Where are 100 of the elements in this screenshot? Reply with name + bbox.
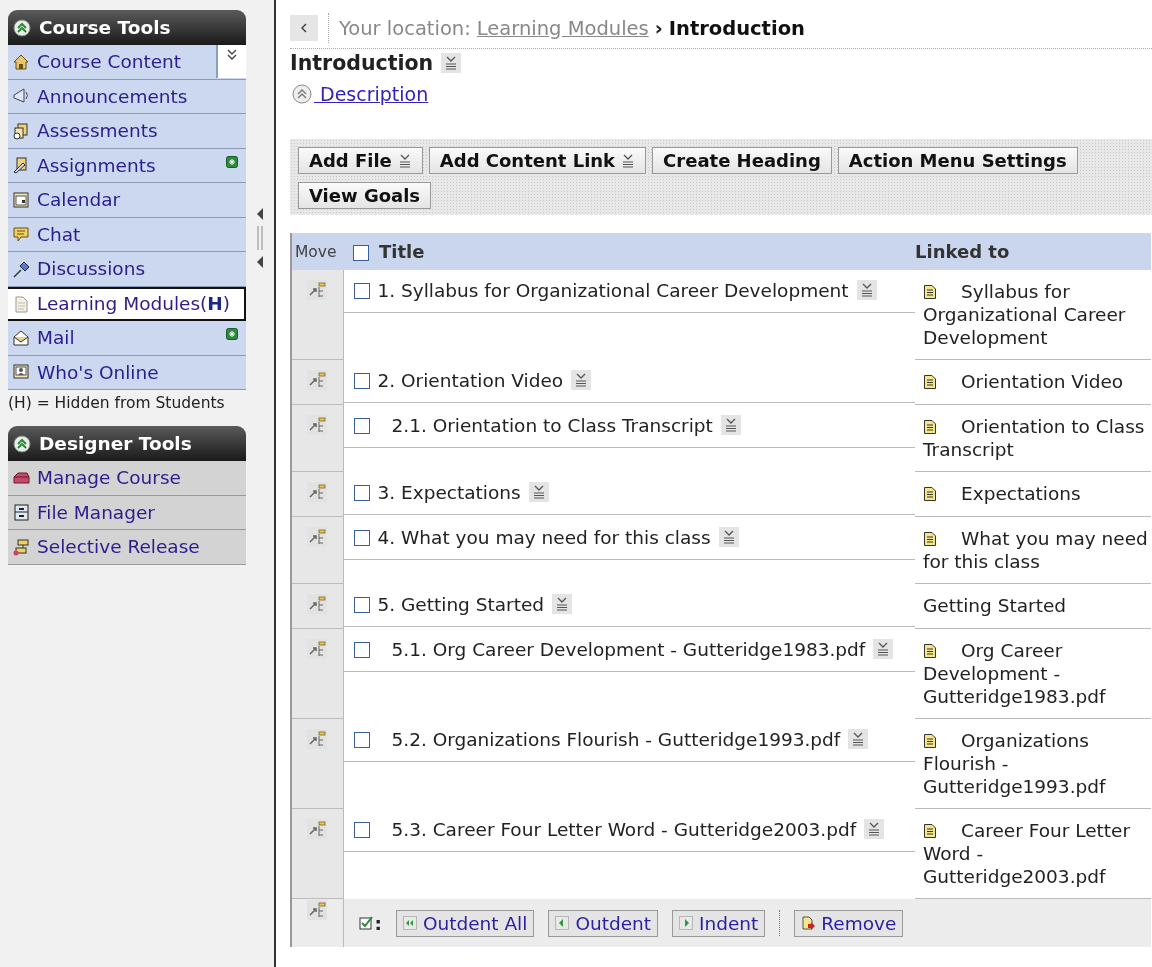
linked-item[interactable]: Career Four Letter Word - Gutteridge2003.pdf <box>923 819 1151 888</box>
checkbox[interactable] <box>353 245 369 261</box>
move-icon <box>307 819 328 839</box>
footer-button[interactable]: Indent <box>672 909 766 937</box>
linked-item[interactable]: Orientation Video <box>923 370 1151 393</box>
menu-icon[interactable] <box>718 526 739 547</box>
cabinet-icon <box>12 503 30 522</box>
document-icon <box>923 486 937 502</box>
breadcrumb-link[interactable]: Learning Modules <box>476 16 649 40</box>
linked-item[interactable]: Org Career Development - Gutteridge1983.pdf <box>923 639 1151 708</box>
linked-item[interactable]: What you may need for this class <box>923 527 1151 573</box>
menu-icon[interactable] <box>571 369 592 390</box>
checkbox[interactable] <box>353 372 370 389</box>
toolbar-button[interactable]: View Goals <box>298 182 432 209</box>
sidebar-item[interactable]: File Manager <box>8 495 246 530</box>
sidebar-item[interactable]: Calendar <box>8 183 246 218</box>
item-title[interactable]: 2.1. Orientation to Class Transcript <box>391 414 713 437</box>
column-header: Move <box>291 233 343 270</box>
pushpin-icon <box>12 259 30 278</box>
menu-icon[interactable] <box>864 818 885 839</box>
item-title[interactable]: 5.1. Org Career Development - Gutteridge1983.pdf <box>391 638 866 661</box>
linked-item[interactable]: Expectations <box>923 482 1151 505</box>
sidebar-item[interactable]: Chat <box>8 217 246 252</box>
section-header[interactable]: Designer Tools <box>8 426 246 461</box>
sidebar-item[interactable]: Selective Release <box>8 530 246 565</box>
double-chevron-icon <box>227 49 237 61</box>
expand-toggle[interactable] <box>216 45 246 78</box>
menu-icon <box>397 152 412 169</box>
toolbar-button[interactable]: Add File <box>298 147 423 174</box>
item-title[interactable]: 5.3. Career Four Letter Word - Gutteridge2003.pdf <box>391 818 857 841</box>
document-icon <box>923 531 937 547</box>
toolbar-button[interactable]: Add Content Link <box>428 147 647 174</box>
document-icon <box>923 733 937 749</box>
menu-icon[interactable] <box>552 593 573 614</box>
document-icon <box>923 284 937 300</box>
footer-button[interactable]: Remove <box>794 909 904 937</box>
document-icon <box>923 374 937 390</box>
section-header[interactable]: Course Tools <box>8 10 246 45</box>
item-title[interactable]: 3. Expectations <box>377 481 521 504</box>
description-link[interactable]: Description <box>314 83 429 105</box>
menu-icon[interactable] <box>441 53 462 73</box>
linked-item[interactable]: Organizations Flourish - Gutteridge1993.pdf <box>923 729 1151 798</box>
sidebar-item[interactable]: Course Content <box>8 45 246 80</box>
person-frame-icon <box>12 363 30 382</box>
sidebar-item[interactable]: Assessments <box>8 114 246 149</box>
menu-icon <box>621 152 636 169</box>
sidebar-item[interactable]: Discussions <box>8 252 246 287</box>
checkbox[interactable] <box>353 821 370 838</box>
item-title[interactable]: 5. Getting Started <box>377 593 545 616</box>
menu-icon[interactable] <box>856 280 877 300</box>
footer-button[interactable]: Outdent All <box>395 909 535 937</box>
flowchart-icon <box>12 537 30 556</box>
checkbox[interactable] <box>353 641 370 658</box>
legend-text: (H) = Hidden from Students <box>8 393 226 412</box>
checkbox[interactable] <box>353 484 370 501</box>
move-icon <box>307 482 328 502</box>
megaphone-icon <box>12 87 30 106</box>
sidebar-item[interactable]: Manage Course <box>8 461 246 496</box>
menu-icon[interactable] <box>848 728 869 749</box>
collapse-arrow-icon <box>256 208 264 220</box>
item-title[interactable]: 2. Orientation Video <box>377 369 564 392</box>
pen-icon <box>12 156 30 175</box>
move-icon <box>307 280 328 300</box>
move-icon <box>307 527 328 547</box>
linked-item[interactable]: Orientation to Class Transcript <box>923 415 1151 461</box>
breadcrumb-separator: › <box>654 16 663 40</box>
checkbox[interactable] <box>353 417 370 434</box>
checkbox[interactable] <box>353 731 370 748</box>
breadcrumb-current: Introduction <box>668 16 805 40</box>
document-icon <box>923 643 937 659</box>
menu-icon[interactable] <box>528 481 549 502</box>
sidebar-item[interactable]: Who's Online <box>8 355 246 390</box>
sidebar-item[interactable]: Announcements <box>8 79 246 114</box>
sidebar-item[interactable]: Assignments <box>8 148 246 183</box>
checkbox[interactable] <box>353 529 370 546</box>
check-all-icon <box>358 916 373 930</box>
linked-item[interactable]: Getting Started <box>923 594 1151 617</box>
item-title[interactable]: 5.2. Organizations Flourish - Gutteridge1993.pdf <box>391 728 841 751</box>
move-icon <box>307 729 328 749</box>
sidebar-item[interactable]: Mail <box>8 321 246 356</box>
house-icon <box>12 52 30 71</box>
item-title[interactable]: 1. Syllabus for Organizational Career Development <box>377 280 849 302</box>
chat-bubble-icon <box>12 225 30 244</box>
toolbar-button[interactable]: Action Menu Settings <box>837 147 1078 174</box>
linked-item[interactable]: Syllabus for Organizational Career Development <box>923 280 1151 349</box>
menu-icon[interactable] <box>720 414 741 435</box>
envelope-icon <box>12 328 30 347</box>
checkbox[interactable] <box>353 596 370 613</box>
checkbox[interactable] <box>353 283 370 299</box>
sidebar-item[interactable]: Learning Modules(H) <box>8 286 246 321</box>
toolbar-button[interactable]: Create Heading <box>652 147 832 174</box>
move-icon <box>307 639 328 659</box>
menu-icon[interactable] <box>873 638 894 659</box>
footer-button[interactable]: Outdent <box>548 909 659 937</box>
move-icon <box>307 370 328 390</box>
calendar-icon <box>12 190 30 209</box>
move-icon <box>307 594 328 614</box>
item-title[interactable]: 4. What you may need for this class <box>377 526 711 549</box>
back-button[interactable] <box>290 15 318 41</box>
document-icon <box>12 294 30 313</box>
